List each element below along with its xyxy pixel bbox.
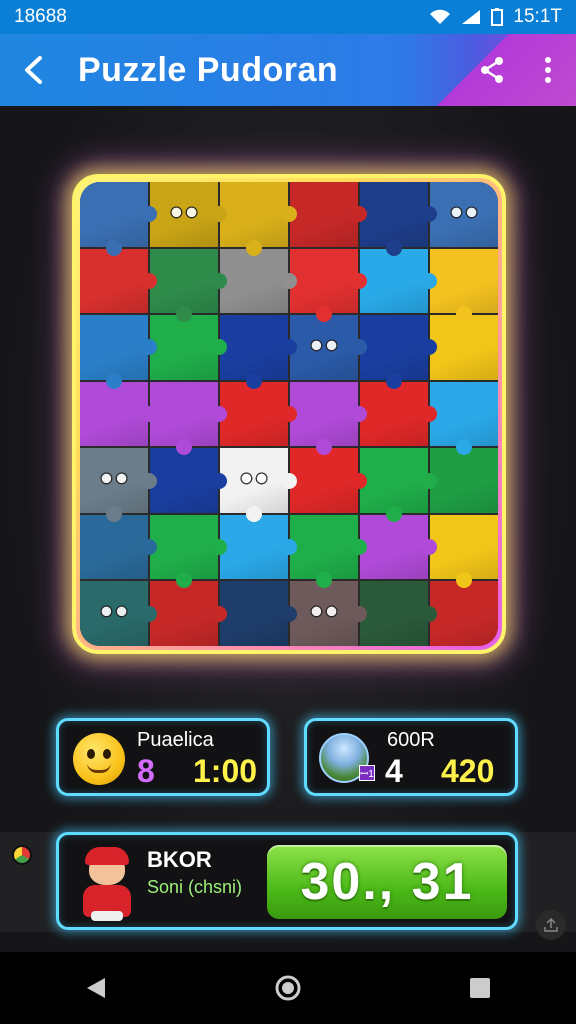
player-2-name: 600R [387,729,435,751]
puzzle-piece[interactable] [430,248,498,323]
puzzle-piece[interactable] [290,381,367,456]
puzzle-piece[interactable] [360,248,437,314]
puzzle-piece[interactable] [80,514,157,580]
status-bar: 18688 15:1T [0,0,576,34]
puzzle-piece[interactable] [430,182,498,247]
battery-icon [491,8,504,26]
puzzle-piece[interactable] [150,381,227,456]
puzzle-piece[interactable] [290,448,367,513]
puzzle-piece[interactable] [220,182,297,256]
puzzle-grid [80,182,498,646]
puzzle-piece[interactable] [80,248,157,314]
signal-icon [462,10,481,24]
puzzle-piece[interactable] [360,381,437,447]
player-2-badge: ꟷ1 [359,765,375,781]
puzzle-piece[interactable] [150,315,227,380]
puzzle-piece[interactable] [80,381,157,447]
puzzle-piece[interactable] [290,514,367,589]
app-badge-icon[interactable] [12,845,32,865]
more-menu-button[interactable] [520,34,576,106]
puzzle-piece[interactable] [360,448,437,522]
back-arrow-icon [25,56,42,84]
puzzle-piece[interactable] [80,182,157,256]
puzzle-piece[interactable] [150,581,227,646]
app-bar: Puzzle Pudoran [0,34,576,106]
puzzle-piece[interactable] [360,315,437,389]
nav-recent-icon [470,978,490,998]
puzzle-piece[interactable] [150,182,227,247]
player-card-2[interactable]: ꟷ1 600R 4 420 [304,718,518,796]
puzzle-piece[interactable] [80,315,157,389]
nav-recent-button[interactable] [440,958,520,1018]
player-2-count: 4 [385,753,403,789]
puzzle-piece[interactable] [430,581,498,646]
system-nav-bar [0,952,576,1024]
puzzle-piece[interactable] [290,182,367,247]
mascot-icon [77,845,137,921]
puzzle-piece[interactable] [360,182,437,256]
status-time: 15:1T [513,6,562,27]
puzzle-piece[interactable] [220,514,297,580]
puzzle-piece[interactable] [360,581,437,646]
puzzle-piece[interactable] [220,581,297,646]
timer-button[interactable]: 30., 31 [267,845,507,919]
puzzle-piece[interactable] [150,514,227,589]
puzzle-piece[interactable] [430,315,498,380]
puzzle-board [72,174,506,654]
current-player-subtitle: Soni (chsni) [147,877,243,897]
puzzle-piece[interactable] [290,315,367,380]
nav-home-button[interactable] [248,958,328,1018]
status-right: 15:1T [429,6,562,28]
puzzle-piece[interactable] [220,315,297,389]
current-player-name: BKOR [147,847,212,872]
status-left-text: 18688 [14,6,67,27]
puzzle-piece[interactable] [220,248,297,314]
puzzle-piece[interactable] [150,248,227,323]
puzzle-piece[interactable] [360,514,437,580]
more-vert-icon [545,57,551,83]
puzzle-piece[interactable] [220,381,297,447]
puzzle-piece[interactable] [430,381,498,456]
wifi-icon [430,9,451,24]
puzzle-piece[interactable] [80,448,157,522]
puzzle-piece[interactable] [150,448,227,513]
puzzle-piece[interactable] [290,248,367,323]
current-player-card: BKOR Soni (chsni) 30., 31 [56,832,518,930]
nav-home-icon [275,975,301,1001]
share-button[interactable] [464,34,520,106]
puzzle-piece[interactable] [80,581,157,646]
nav-back-button[interactable] [56,958,136,1018]
share-floating-icon[interactable] [536,910,566,940]
back-button[interactable] [0,34,66,106]
puzzle-piece[interactable] [290,581,367,646]
smiley-emoji-icon [73,733,125,785]
puzzle-piece[interactable] [220,448,297,522]
player-1-time: 1:00 [193,753,258,789]
player-1-name: Puaelica [137,729,214,751]
player-1-count: 8 [137,753,155,789]
puzzle-piece[interactable] [430,448,498,513]
player-card-1[interactable]: Puaelica 8 1:00 [56,718,270,796]
puzzle-piece[interactable] [430,514,498,589]
nav-back-icon [87,978,105,998]
player-2-score: 420 [441,753,495,789]
page-title: Puzzle Pudoran [78,50,339,89]
share-icon [481,57,503,83]
